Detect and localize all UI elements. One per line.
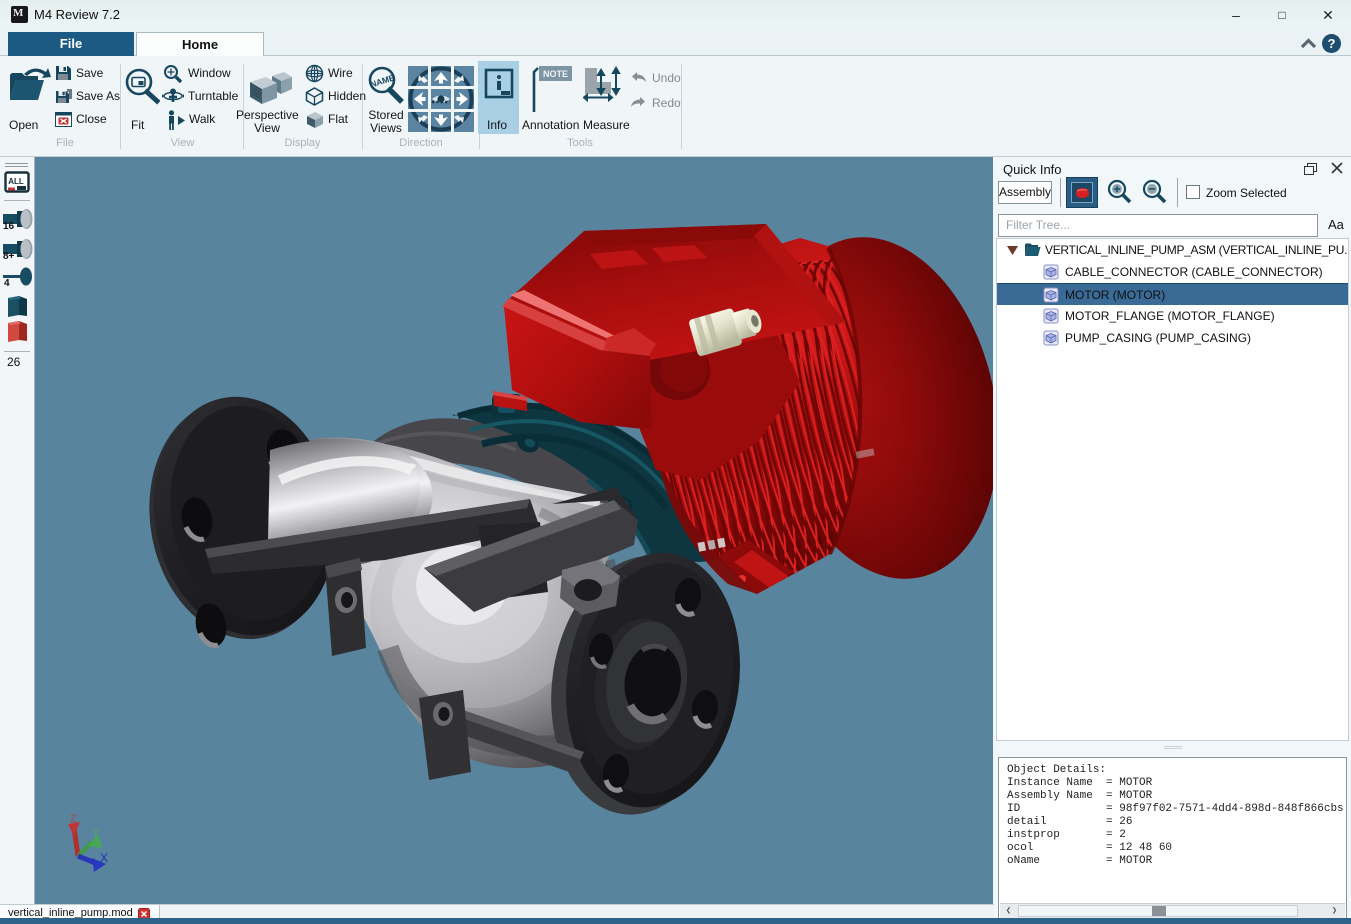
svg-text:NOTE: NOTE (543, 69, 568, 79)
svg-text:ALL: ALL (8, 177, 24, 186)
svg-text:Z: Z (70, 813, 77, 825)
svg-text:X: X (100, 851, 108, 865)
svg-text:Y: Y (92, 827, 100, 839)
